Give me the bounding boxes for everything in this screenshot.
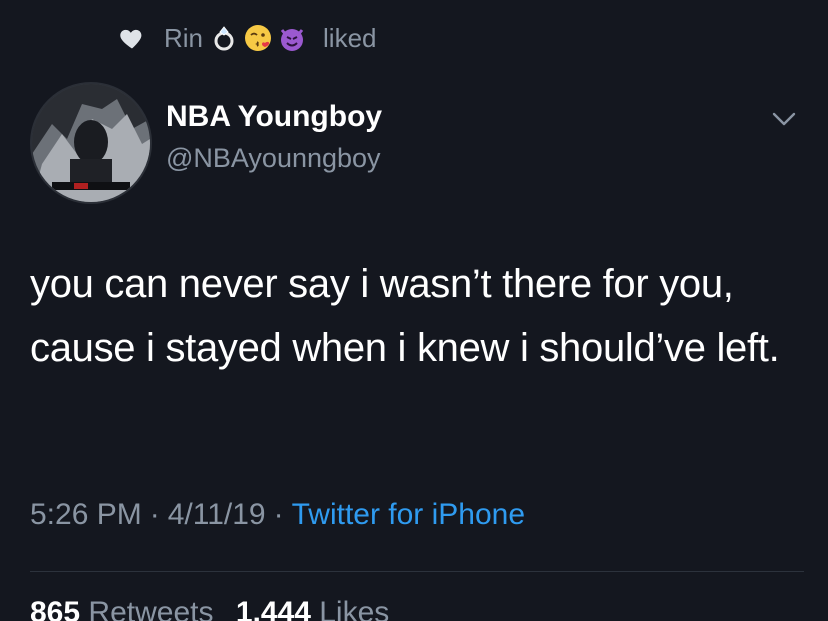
liked-by-name[interactable]: Rin [164,23,203,54]
tweet-text: you can never say i wasn’t there for you… [30,262,780,370]
tweet-date: 4/11/19 [167,498,266,531]
avatar-image [32,84,150,202]
author-name[interactable]: NBA Youngboy [166,100,382,134]
likes-label[interactable]: Likes [319,596,389,621]
chevron-down-icon[interactable] [770,108,798,130]
meta-separator: · [149,498,160,531]
liked-label: liked [323,22,377,53]
tweet-source-link[interactable]: Twitter for iPhone [292,498,525,531]
tweet-meta: 5:26 PM · 4/11/19 · Twitter for iPhone [30,498,525,532]
retweets-label[interactable]: Retweets [88,596,213,621]
meta-separator: · [273,498,284,531]
smiling-imp-emoji-icon [277,23,307,53]
kissing-face-emoji-icon [243,23,273,53]
likes-count[interactable]: 1,444 [236,596,311,621]
author-handle[interactable]: @NBAyounngboy [166,143,381,174]
author-avatar[interactable] [30,82,152,204]
heart-icon [120,29,142,49]
divider [30,571,804,572]
ring-emoji-icon [209,23,239,53]
tweet-stats: 865 Retweets 1,444 Likes [30,596,389,621]
tweet-time: 5:26 PM [30,498,142,531]
social-context-row: Rin liked [118,18,377,58]
retweets-count[interactable]: 865 [30,596,80,621]
